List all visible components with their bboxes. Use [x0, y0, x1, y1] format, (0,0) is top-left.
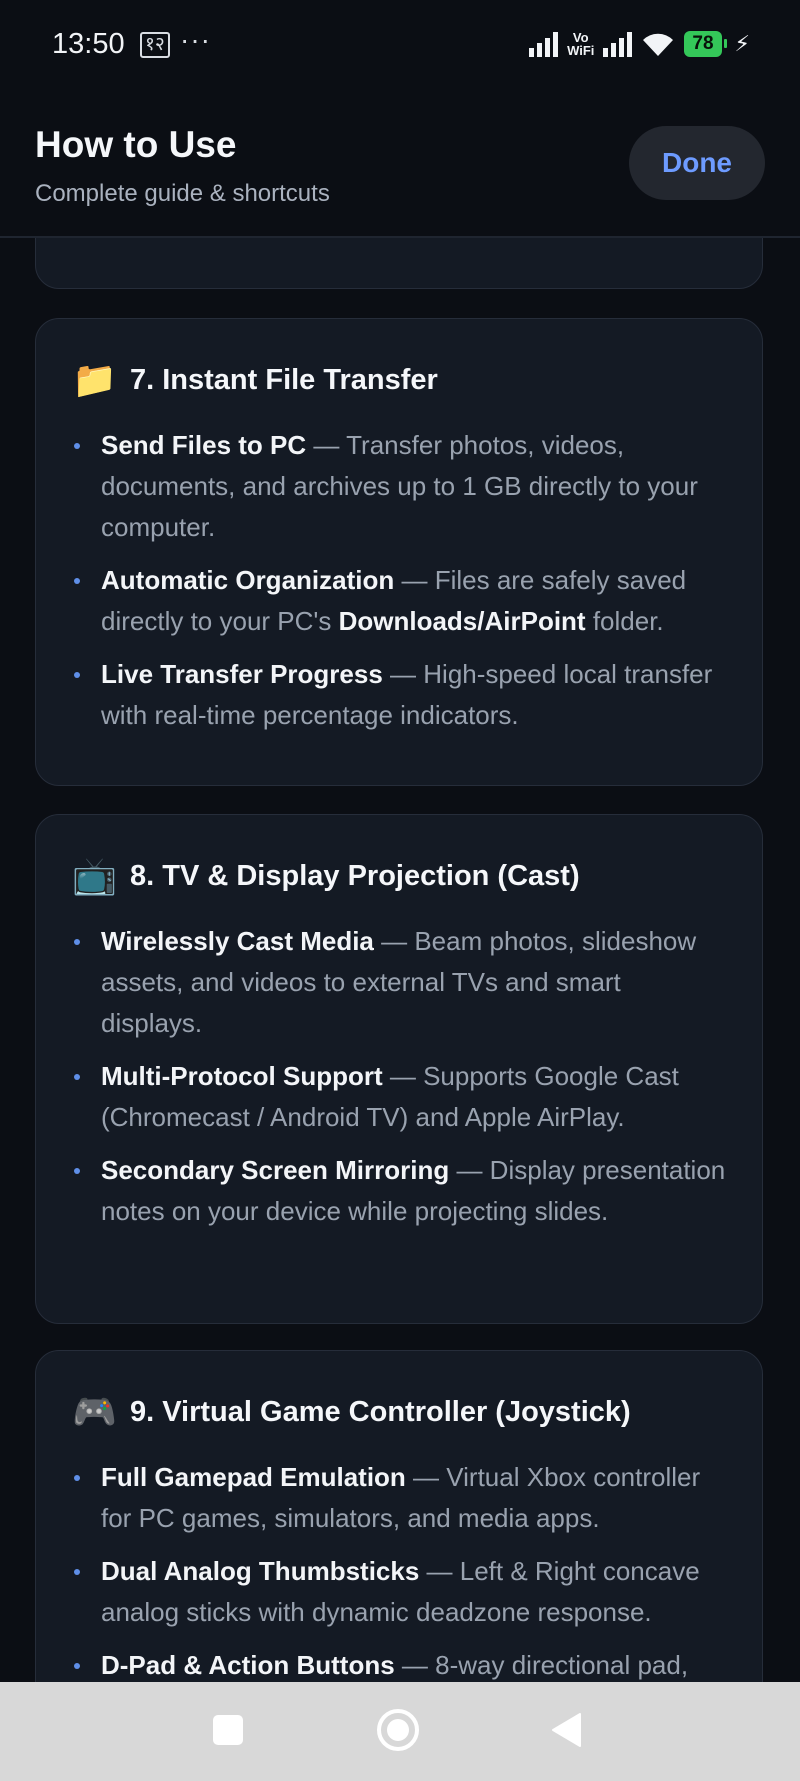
- vowifi-icon: Vo WiFi: [567, 30, 595, 58]
- status-time: 13:50: [52, 28, 125, 60]
- list-item: Multi-Protocol Support — Supports Google…: [72, 1056, 728, 1138]
- more-notifications-icon: ···: [180, 24, 211, 55]
- page-subtitle: Complete guide & shortcuts: [35, 180, 330, 207]
- feature-list: Full Gamepad Emulation — Virtual Xbox co…: [72, 1457, 728, 1682]
- gamepad-icon: 🎮: [72, 1391, 117, 1432]
- section-title-text: 7. Instant File Transfer: [130, 363, 438, 396]
- list-item: Secondary Screen Mirroring — Display pre…: [72, 1150, 728, 1232]
- page-title: How to Use: [35, 124, 237, 165]
- feature-list: Send Files to PC — Transfer photos, vide…: [72, 425, 728, 748]
- system-nav-bar: [0, 1682, 800, 1781]
- signal-icon-2: [603, 31, 633, 57]
- signal-icon: [529, 31, 559, 57]
- section-title: 📺 8. TV & Display Projection (Cast): [72, 855, 580, 897]
- home-icon[interactable]: [376, 1708, 420, 1752]
- list-item: D-Pad & Action Buttons — 8-way direction…: [72, 1645, 728, 1682]
- status-bar: 13:50 १२ ··· Vo WiFi 78 ⚡: [0, 0, 800, 92]
- done-button[interactable]: Done: [629, 126, 765, 200]
- list-item: Live Transfer Progress — High-speed loca…: [72, 654, 728, 736]
- list-item: Dual Analog Thumbsticks — Left & Right c…: [72, 1551, 728, 1633]
- guide-card-cast: 📺 8. TV & Display Projection (Cast) Wire…: [35, 814, 763, 1324]
- list-item: Send Files to PC — Transfer photos, vide…: [72, 425, 728, 548]
- app-header: How to Use Complete guide & shortcuts Do…: [0, 92, 800, 238]
- wifi-icon: [643, 33, 674, 56]
- list-item: Full Gamepad Emulation — Virtual Xbox co…: [72, 1457, 728, 1539]
- guide-card-file-transfer: 📁 7. Instant File Transfer Send Files to…: [35, 318, 763, 786]
- recents-icon[interactable]: [212, 1714, 244, 1746]
- back-icon[interactable]: [550, 1712, 582, 1748]
- charging-icon: ⚡: [734, 31, 750, 56]
- tv-icon: 📺: [72, 855, 117, 896]
- guide-card-game-controller: 🎮 9. Virtual Game Controller (Joystick) …: [35, 1350, 763, 1682]
- list-item: Automatic Organization — Files are safel…: [72, 560, 728, 642]
- guide-card-previous: [35, 238, 763, 289]
- feature-list: Wirelessly Cast Media — Beam photos, sli…: [72, 921, 728, 1244]
- section-title-text: 8. TV & Display Projection (Cast): [130, 859, 580, 892]
- folder-icon: 📁: [72, 359, 117, 400]
- status-icons: Vo WiFi 78 ⚡: [529, 24, 750, 64]
- section-title: 📁 7. Instant File Transfer: [72, 359, 438, 401]
- section-title-text: 9. Virtual Game Controller (Joystick): [130, 1395, 631, 1428]
- notification-badge-icon: १२: [140, 32, 170, 58]
- list-item: Wirelessly Cast Media — Beam photos, sli…: [72, 921, 728, 1044]
- section-title: 🎮 9. Virtual Game Controller (Joystick): [72, 1391, 631, 1433]
- guide-scroll-area[interactable]: 📁 7. Instant File Transfer Send Files to…: [0, 238, 800, 1682]
- battery-icon: 78: [684, 31, 727, 57]
